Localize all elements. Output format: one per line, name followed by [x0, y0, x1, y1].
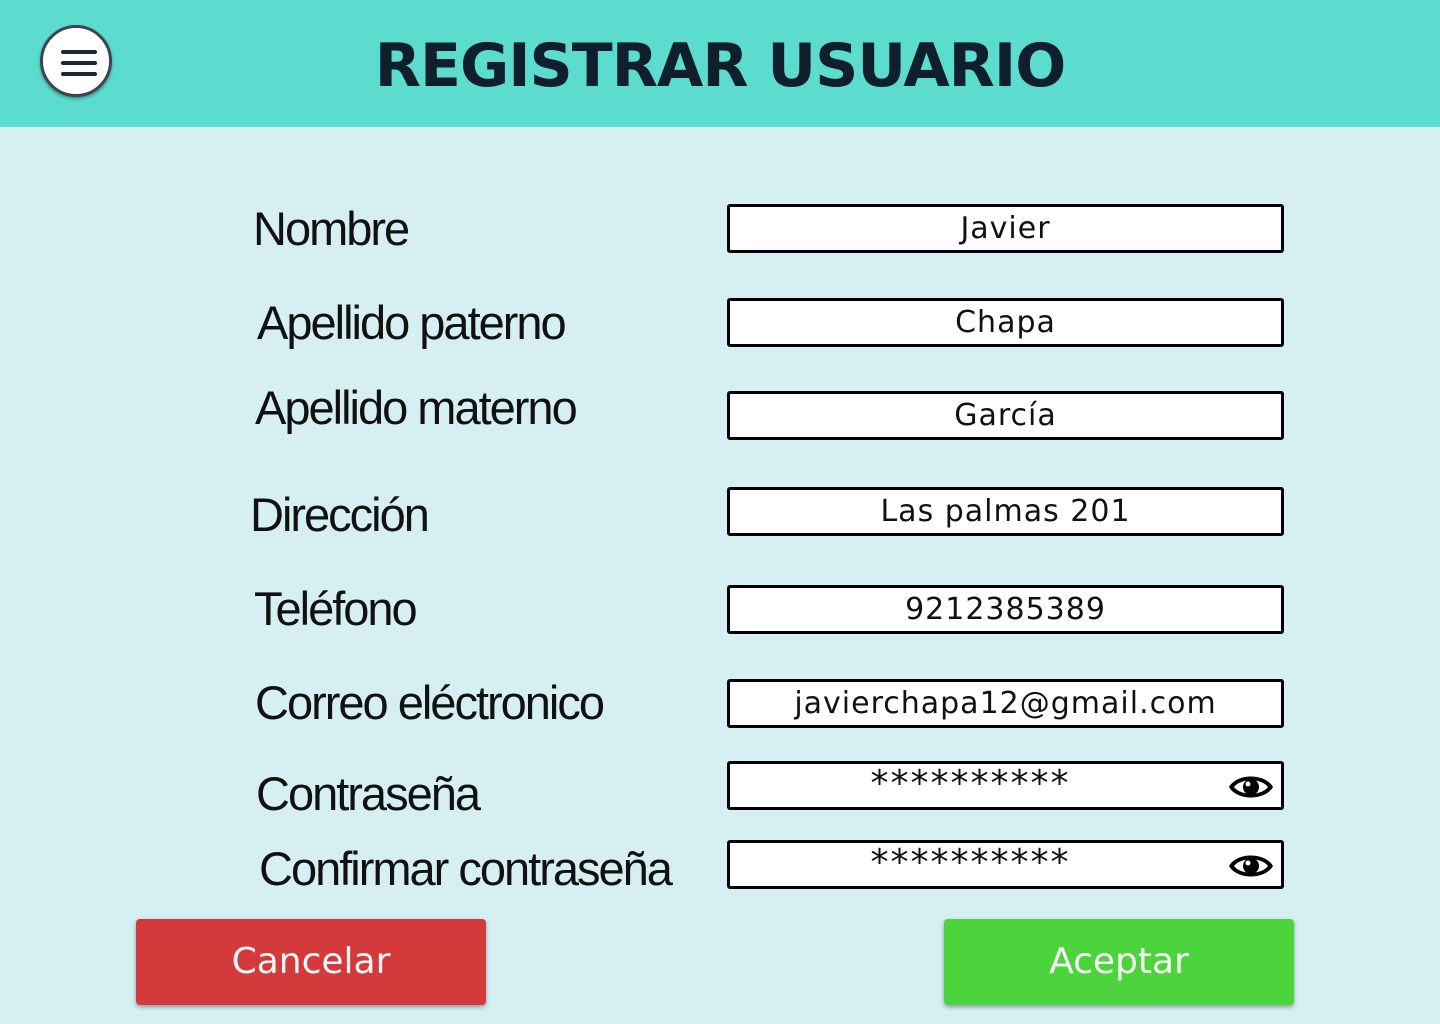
- correo-value: javierchapa12@gmail.com: [794, 686, 1217, 721]
- label-confirmar-contrasena: Confirmar contraseña: [259, 842, 673, 895]
- contrasena-field[interactable]: **********: [727, 761, 1284, 810]
- label-apellido-paterno: Apellido paterno: [257, 296, 567, 349]
- label-telefono: Teléfono: [254, 582, 418, 635]
- direccion-value: Las palmas 201: [880, 494, 1131, 529]
- page-title: REGISTRAR USUARIO: [374, 31, 1066, 101]
- header-bar: REGISTRAR USUARIO: [0, 0, 1440, 127]
- correo-field[interactable]: javierchapa12@gmail.com: [727, 679, 1284, 728]
- label-correo: Correo eléctronico: [255, 676, 605, 729]
- apellido-materno-value: García: [954, 398, 1057, 433]
- eye-icon[interactable]: [1227, 849, 1275, 883]
- confirmar-contrasena-value: **********: [870, 842, 1071, 883]
- telefono-value: 9212385389: [905, 592, 1106, 627]
- label-contrasena: Contraseña: [256, 767, 481, 820]
- direccion-field[interactable]: Las palmas 201: [727, 487, 1284, 536]
- nombre-field[interactable]: Javier: [727, 204, 1284, 253]
- nombre-value: Javier: [960, 211, 1051, 246]
- contrasena-value: **********: [870, 763, 1071, 804]
- apellido-paterno-value: Chapa: [955, 305, 1056, 340]
- confirmar-contrasena-field[interactable]: **********: [727, 840, 1284, 889]
- apellido-materno-field[interactable]: García: [727, 391, 1284, 440]
- accept-button[interactable]: Aceptar: [944, 919, 1294, 1005]
- apellido-paterno-field[interactable]: Chapa: [727, 298, 1284, 347]
- label-nombre: Nombre: [253, 202, 410, 255]
- telefono-field[interactable]: 9212385389: [727, 585, 1284, 634]
- label-direccion: Dirección: [250, 488, 430, 541]
- label-apellido-materno: Apellido materno: [255, 381, 578, 434]
- eye-icon[interactable]: [1227, 770, 1275, 804]
- cancel-button[interactable]: Cancelar: [136, 919, 486, 1005]
